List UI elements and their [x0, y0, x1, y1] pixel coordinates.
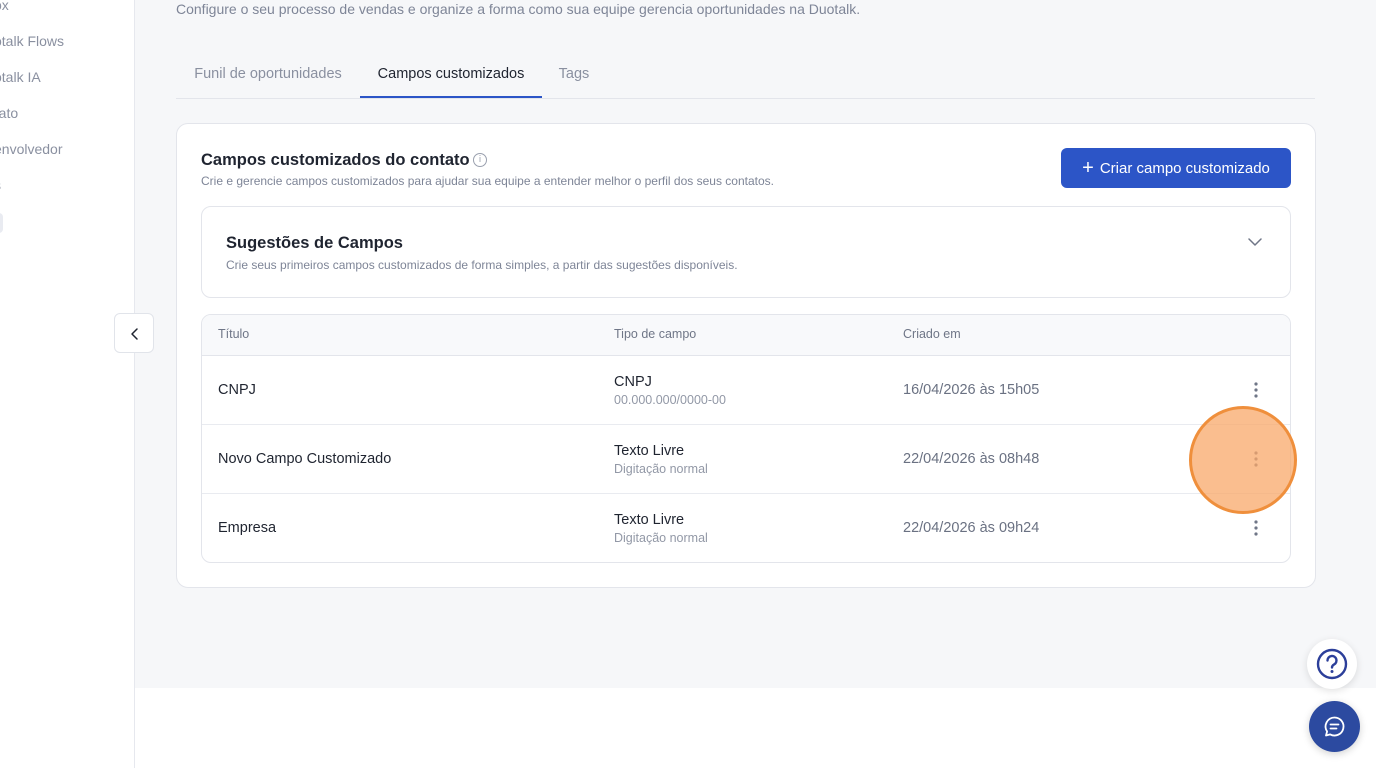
table-header: Título Tipo de campo Criado em	[202, 315, 1290, 356]
main-footer-area	[135, 688, 1376, 768]
tab-bar: Funil de oportunidades Campos customizad…	[176, 52, 1315, 99]
table-row[interactable]: Novo Campo Customizado Texto Livre Digit…	[202, 425, 1290, 494]
kebab-menu-icon[interactable]	[1246, 380, 1266, 400]
sidebar-item-inbox[interactable]: ox	[0, 0, 9, 17]
row-field-type-hint: 00.000.000/0000-00	[614, 393, 726, 407]
chat-bubble-icon	[1324, 716, 1345, 737]
table-row[interactable]: CNPJ CNPJ 00.000.000/0000-00 16/04/2026 …	[202, 356, 1290, 425]
row-field-type: Texto Livre	[614, 512, 685, 528]
plus-icon: +	[1082, 157, 1094, 179]
row-title: CNPJ	[218, 382, 256, 398]
sidebar-item-contrato[interactable]: rato	[0, 101, 18, 125]
chevron-down-icon[interactable]	[1248, 235, 1262, 249]
custom-fields-card: Campos customizados do contato i Crie e …	[176, 123, 1316, 588]
sidebar-active-indicator	[0, 213, 3, 233]
column-header-type: Tipo de campo	[614, 327, 697, 341]
info-icon[interactable]: i	[473, 153, 487, 167]
row-field-type: Texto Livre	[614, 443, 685, 459]
help-button[interactable]	[1307, 639, 1357, 689]
sidebar-item-duotalk-ia[interactable]: otalk IA	[0, 65, 41, 89]
tab-funil-de-oportunidades[interactable]: Funil de oportunidades	[176, 52, 360, 98]
chevron-left-icon	[131, 328, 138, 340]
row-field-type: CNPJ	[614, 374, 652, 390]
row-created-at: 22/04/2026 às 08h48	[903, 451, 1040, 467]
kebab-menu-icon[interactable]	[1246, 518, 1266, 538]
chat-button[interactable]	[1309, 701, 1360, 752]
table-row[interactable]: Empresa Texto Livre Digitação normal 22/…	[202, 494, 1290, 562]
custom-fields-table: Título Tipo de campo Criado em CNPJ CNPJ…	[201, 314, 1291, 563]
row-field-type-hint: Digitação normal	[614, 462, 708, 476]
page-subtitle: Configure o seu processo de vendas e org…	[176, 1, 861, 17]
question-circle-icon	[1316, 648, 1348, 680]
sidebar-item-duotalk-flows[interactable]: otalk Flows	[0, 29, 64, 53]
row-field-type-hint: Digitação normal	[614, 531, 708, 545]
create-custom-field-button[interactable]: + Criar campo customizado	[1061, 148, 1291, 188]
sidebar-item-desenvolvedor[interactable]: envolvedor	[0, 137, 63, 161]
field-suggestions-panel[interactable]: Sugestões de Campos Crie seus primeiros …	[201, 206, 1291, 298]
card-description: Crie e gerencie campos customizados para…	[201, 174, 774, 188]
column-header-created: Criado em	[903, 327, 961, 341]
click-highlight-marker	[1189, 406, 1297, 514]
sidebar: ox otalk Flows otalk IA rato envolvedor …	[0, 0, 135, 768]
row-created-at: 22/04/2026 às 09h24	[903, 520, 1040, 536]
suggestions-description: Crie seus primeiros campos customizados …	[226, 258, 738, 272]
create-custom-field-label: Criar campo customizado	[1099, 159, 1270, 177]
row-created-at: 16/04/2026 às 15h05	[903, 382, 1040, 398]
collapse-sidebar-button[interactable]	[114, 313, 154, 353]
card-title: Campos customizados do contato	[201, 151, 470, 169]
row-title: Empresa	[218, 520, 277, 536]
column-header-title: Título	[218, 327, 250, 341]
row-title: Novo Campo Customizado	[218, 451, 392, 467]
tab-tags[interactable]: Tags	[546, 52, 602, 98]
tab-campos-customizados[interactable]: Campos customizados	[360, 52, 542, 98]
sidebar-item-settings[interactable]: s	[0, 173, 1, 197]
suggestions-title: Sugestões de Campos	[226, 234, 403, 252]
